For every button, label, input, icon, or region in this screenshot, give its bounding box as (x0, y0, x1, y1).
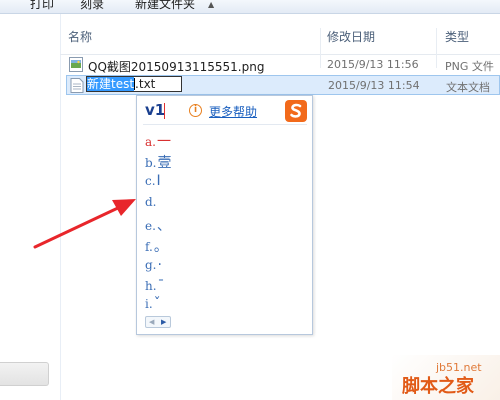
file-row[interactable]: QQ截图20150913115551.png 2015/9/13 11:56 P… (66, 55, 500, 75)
rename-selected-text: 新建test (87, 77, 135, 91)
chevron-up-icon[interactable]: ▲ (208, 0, 214, 9)
column-header-name[interactable]: 名称 (68, 28, 92, 45)
chevron-left-icon[interactable]: ◀ (149, 318, 154, 326)
ime-candidate[interactable]: c.Ⅰ (145, 173, 161, 189)
ime-candidate[interactable]: h.ˉ (145, 278, 165, 294)
ime-cursor (164, 103, 165, 119)
column-header-date[interactable]: 修改日期 (327, 28, 375, 45)
ime-candidate[interactable]: d. (145, 194, 158, 210)
new-folder-button[interactable]: 新建文件夹 (135, 0, 195, 13)
png-image-icon (69, 57, 83, 72)
rename-input[interactable]: 新建test.txt (86, 76, 182, 92)
column-header-type[interactable]: 类型 (445, 28, 469, 45)
ime-input-code: v1 (145, 101, 166, 119)
ime-candidate-window: v1 i 更多帮助 a.一 b.壹 c.Ⅰ d. e.、 f.。 g.· h.ˉ… (136, 95, 313, 335)
burn-button[interactable]: 刻录 (80, 0, 104, 13)
column-header-bar: 名称 修改日期 类型 (60, 14, 500, 68)
text-file-icon (70, 78, 84, 93)
navigation-pane (0, 14, 61, 400)
ime-pager: ◀ ▶ (145, 316, 171, 328)
ime-divider (143, 124, 307, 125)
file-name[interactable]: QQ截图20150913115551.png (88, 58, 264, 75)
file-date: 2015/9/13 11:54 (328, 79, 420, 92)
ime-candidate[interactable]: f.。 (145, 236, 168, 256)
command-toolbar: 打印 刻录 新建文件夹 ▲ (0, 0, 500, 14)
info-icon[interactable]: i (189, 104, 202, 117)
ime-candidate[interactable]: b.壹 (145, 152, 172, 172)
sogou-logo-icon[interactable] (285, 100, 307, 122)
ime-candidate[interactable]: e.、 (145, 215, 171, 235)
chevron-right-icon[interactable]: ▶ (161, 318, 166, 326)
more-help-link[interactable]: 更多帮助 (209, 103, 257, 120)
file-type: 文本文档 (446, 81, 490, 94)
nav-scrollbar-thumb[interactable] (0, 362, 49, 386)
ime-candidate[interactable]: g.· (145, 257, 162, 273)
watermark-site-name: 脚本之家 (402, 376, 474, 397)
rename-extension: .txt (135, 77, 156, 91)
file-date: 2015/9/13 11:56 (327, 58, 419, 71)
file-type: PNG 文件 (445, 60, 494, 73)
ime-candidate[interactable]: i.ˇ (145, 296, 161, 312)
print-button[interactable]: 打印 (30, 0, 54, 13)
ime-candidate[interactable]: a.一 (145, 131, 171, 151)
